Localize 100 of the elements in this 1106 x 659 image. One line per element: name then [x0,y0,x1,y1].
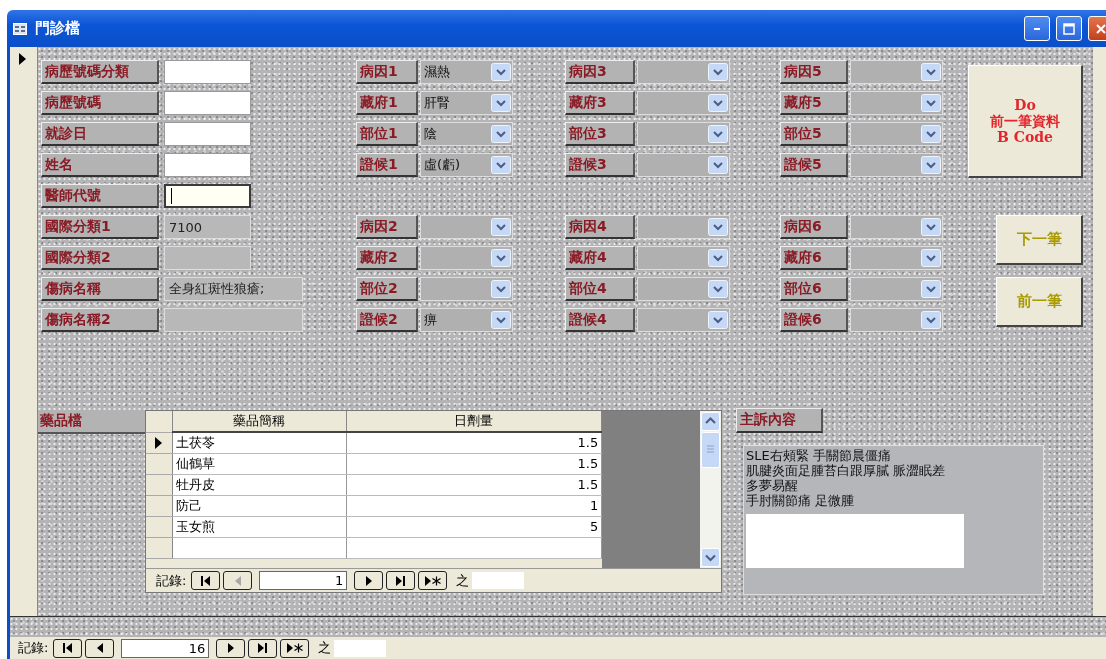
row-selector[interactable] [146,432,172,453]
scroll-thumb[interactable] [701,432,720,468]
field-label: 病歷號碼 [41,91,159,115]
field-label: 證候2 [356,308,418,332]
dropdown-field[interactable] [637,215,730,239]
field-label: 醫師代號 [41,184,159,208]
record-number-field[interactable]: 1 [259,571,348,591]
dropdown-field[interactable] [637,277,730,301]
text-field[interactable] [164,91,251,115]
dropdown-field[interactable] [420,246,513,270]
new-record-icon [286,643,303,653]
record-label: 記錄: [156,571,187,590]
text-field[interactable]: 全身紅斑性狼瘡; [164,277,303,301]
dropdown-field[interactable] [420,215,513,239]
record-count-label: 之 [318,639,332,657]
scroll-up-icon[interactable] [701,412,720,431]
first-record-icon [201,575,211,586]
dropdown-field[interactable] [637,122,730,146]
text-field[interactable] [164,122,251,146]
dropdown-field[interactable] [850,91,943,115]
nav-first-button[interactable] [191,571,221,591]
nav-next-button[interactable] [216,638,246,658]
table-cell: 5 [346,516,602,537]
nav-new-button[interactable] [280,638,310,658]
field-label: 病因6 [780,215,848,239]
previous-icon [234,575,241,586]
text-field[interactable] [164,153,251,177]
complaint-label: 主訴內容 [736,408,823,433]
field-label: 藏府1 [356,91,418,115]
record-pointer-icon [19,53,26,65]
nav-new-button[interactable] [418,571,448,591]
field-label: 就診日 [41,122,159,146]
dropdown-field[interactable] [850,215,943,239]
text-field[interactable] [164,184,251,208]
dropdown-field[interactable]: 陰 [420,122,513,146]
blank-field[interactable] [746,514,964,568]
dropdown-field[interactable] [637,308,730,332]
record-number-field[interactable]: 16 [121,638,210,658]
scrollbar[interactable] [700,411,721,569]
field-label: 傷病名稱 [41,277,159,301]
record-count-label: 之 [456,571,470,590]
field-label: 病因1 [356,60,418,84]
field-label: 部位6 [780,277,848,301]
table-cell: 1.5 [346,474,602,495]
maximize-button[interactable] [1056,16,1082,41]
field-label: 藏府4 [565,246,635,270]
minimize-icon [1034,27,1040,30]
dropdown-field[interactable] [850,122,943,146]
column-header[interactable]: 日劑量 [346,411,602,432]
field-label: 證候4 [565,308,635,332]
dropdown-field[interactable] [420,277,513,301]
dropdown-field[interactable] [850,153,943,177]
nav-first-button[interactable] [53,638,83,658]
field-label: 部位3 [565,122,635,146]
field-label: 證候1 [356,153,418,177]
field-label: 病因4 [565,215,635,239]
field-label: 藏府3 [565,91,635,115]
field-label: 國際分類1 [41,215,159,239]
scroll-down-icon[interactable] [701,548,720,568]
record-count-field [334,639,387,657]
dropdown-field[interactable] [637,91,730,115]
field-label: 部位4 [565,277,635,301]
field-label: 證候5 [780,153,848,177]
record-count-field [472,572,525,590]
next-icon [365,575,372,586]
dropdown-field[interactable]: 濕熱 [420,60,513,84]
nav-last-button[interactable] [386,571,416,591]
column-header[interactable]: 藥品簡稱 [172,411,346,432]
complaint-text: SLE右頰緊 手關節晨僵痛 肌腱炎面足腫苔白跟厚膩 脈澀眠差 多夢易醒 手肘關節痛 足微腫 [746,448,947,508]
field-label: 部位5 [780,122,848,146]
dropdown-field[interactable] [850,60,943,84]
field-label: 病因5 [780,60,848,84]
dropdown-field[interactable]: 肝腎 [420,91,513,115]
dropdown-field[interactable] [637,153,730,177]
nav-prev-button[interactable] [85,638,115,658]
nav-last-button[interactable] [248,638,278,658]
field-label: 病歷號碼分類 [41,60,159,84]
dropdown-field[interactable]: 虛(虧) [420,153,513,177]
dropdown-field[interactable] [637,246,730,270]
field-label: 部位2 [356,277,418,301]
field-label: 傷病名稱2 [41,308,159,332]
complaint-text-field[interactable]: SLE右頰緊 手關節晨僵痛 肌腱炎面足腫苔白跟厚膩 脈澀眠差 多夢易醒 手肘關節痛 足微腫 [743,445,1044,595]
copy-previous-button[interactable]: Do 前一筆資料 B Code [968,65,1083,178]
field-label: 病因3 [565,60,635,84]
dropdown-field[interactable] [850,308,943,332]
dropdown-field[interactable]: 痹 [420,308,513,332]
dropdown-field[interactable] [637,60,730,84]
previous-icon [96,643,103,653]
record-pointer-icon [155,436,162,449]
field-label: 藏府5 [780,91,848,115]
dropdown-field[interactable] [850,277,943,301]
new-record-icon [424,575,441,586]
field-label: 證候3 [565,153,635,177]
last-record-icon [396,575,406,586]
text-field[interactable] [164,60,251,84]
minimize-button[interactable] [1024,16,1050,41]
field-label: 姓名 [41,153,159,177]
nav-next-button[interactable] [354,571,384,591]
text-field[interactable]: 7100 [164,215,251,239]
dropdown-field[interactable] [850,246,943,270]
